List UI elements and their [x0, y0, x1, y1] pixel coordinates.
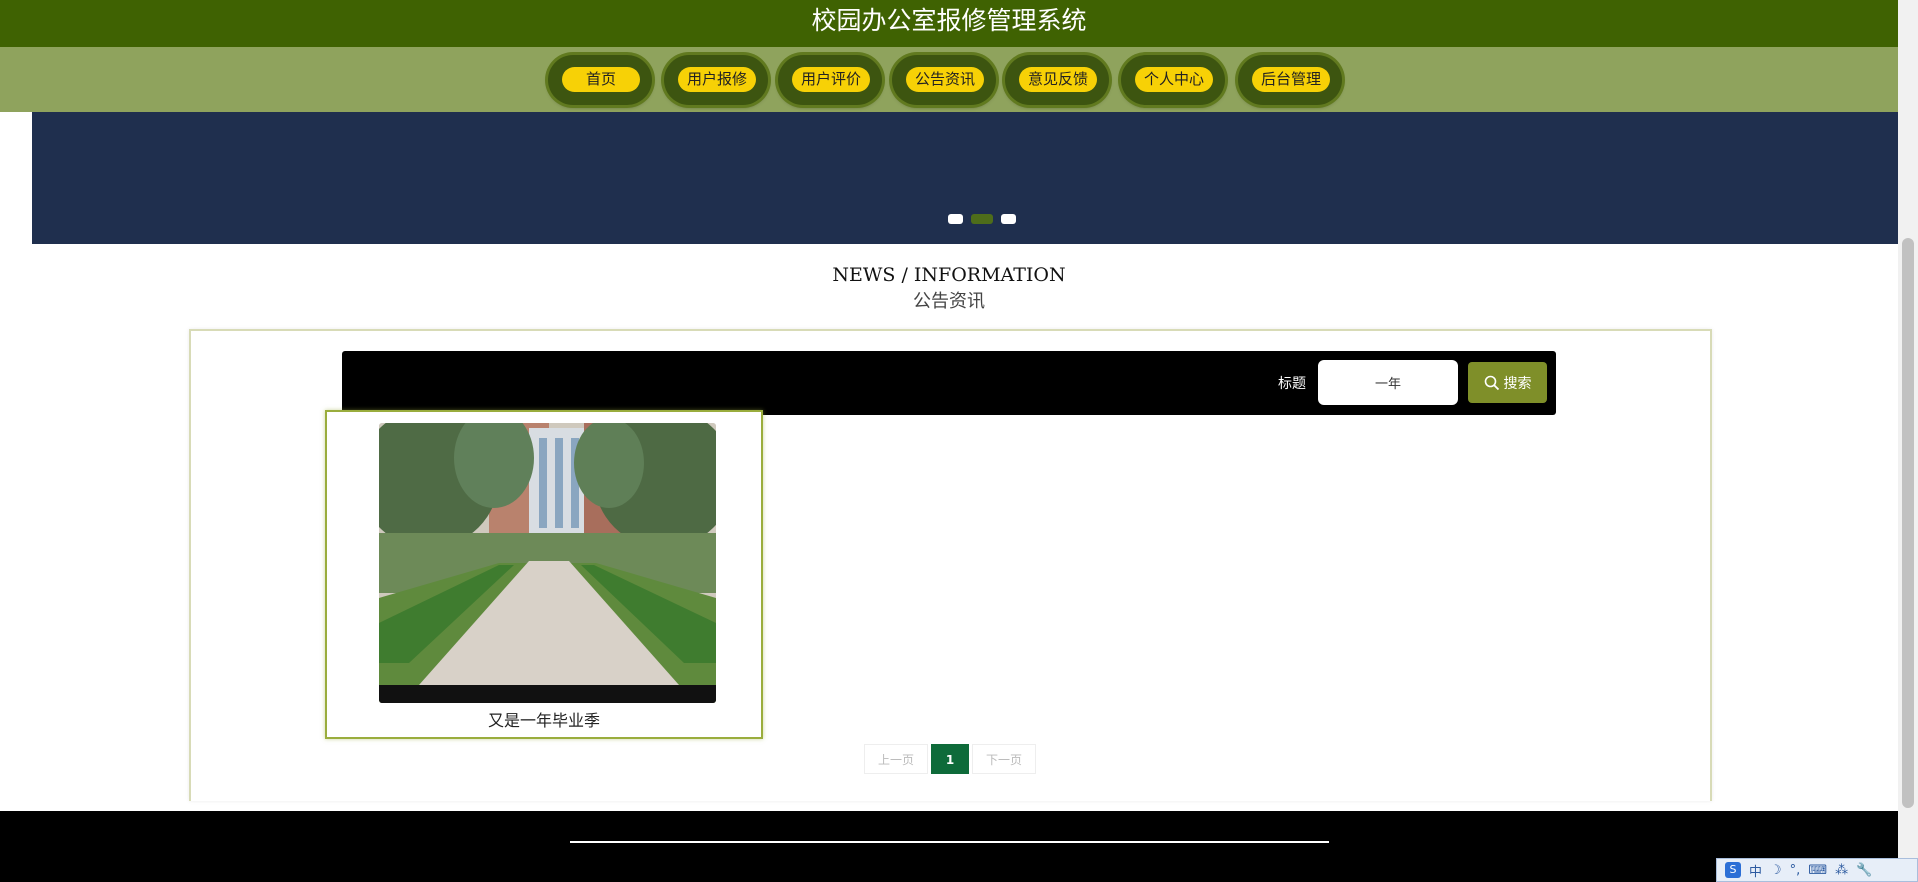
- search-bar: 标题 搜索: [342, 351, 1556, 415]
- news-card-title[interactable]: 又是一年毕业季: [327, 707, 761, 731]
- ime-punctuation-icon[interactable]: °,: [1790, 863, 1801, 878]
- ime-keyboard-icon[interactable]: ⌨: [1808, 863, 1827, 878]
- carousel-dot-2[interactable]: [971, 214, 993, 224]
- page-1-button[interactable]: 1: [931, 744, 969, 774]
- nav-item-review[interactable]: 用户评价: [778, 55, 882, 105]
- ime-skin-icon[interactable]: ⁂: [1835, 863, 1848, 878]
- nav-item-profile[interactable]: 个人中心: [1121, 55, 1225, 105]
- ime-moon-icon[interactable]: ☽: [1770, 863, 1782, 878]
- ime-mode[interactable]: 中: [1749, 861, 1762, 880]
- news-card[interactable]: 又是一年毕业季: [325, 410, 763, 739]
- site-header: 校园办公室报修管理系统: [0, 0, 1898, 47]
- ime-toolbar[interactable]: S 中 ☽ °, ⌨ ⁂ 🔧: [1716, 858, 1918, 882]
- main-nav: 首页 用户报修 用户评价 公告资讯 意见反馈 个人中心 后台管理: [0, 47, 1898, 112]
- footer-divider: [570, 841, 1329, 843]
- carousel-dot-3[interactable]: [1001, 214, 1016, 224]
- search-icon: [1484, 375, 1499, 390]
- nav-item-home[interactable]: 首页: [548, 55, 652, 105]
- nav-item-label: 用户报修: [678, 67, 756, 92]
- nav-item-repair[interactable]: 用户报修: [664, 55, 768, 105]
- next-page-button[interactable]: 下一页: [972, 744, 1036, 774]
- search-label: 标题: [1278, 376, 1306, 392]
- campus-photo: [379, 423, 716, 703]
- nav-item-label: 后台管理: [1252, 67, 1330, 92]
- ime-settings-icon[interactable]: 🔧: [1856, 863, 1872, 878]
- nav-item-admin[interactable]: 后台管理: [1238, 55, 1342, 105]
- search-button[interactable]: 搜索: [1468, 362, 1547, 403]
- site-title: 校园办公室报修管理系统: [811, 6, 1087, 35]
- nav-item-news[interactable]: 公告资讯: [892, 55, 996, 105]
- nav-item-label: 首页: [562, 67, 640, 92]
- page-scrollbar[interactable]: [1898, 0, 1918, 882]
- section-title-en: NEWS / INFORMATION: [832, 264, 1066, 286]
- scrollbar-thumb[interactable]: [1902, 238, 1914, 808]
- ime-logo-icon[interactable]: S: [1725, 862, 1741, 878]
- prev-page-button[interactable]: 上一页: [864, 744, 928, 774]
- nav-item-label: 公告资讯: [906, 67, 984, 92]
- section-title-cn: 公告资讯: [913, 291, 985, 312]
- nav-item-label: 意见反馈: [1019, 67, 1097, 92]
- banner-carousel: [32, 112, 1898, 244]
- nav-item-feedback[interactable]: 意见反馈: [1005, 55, 1109, 105]
- site-footer: [0, 811, 1898, 882]
- carousel-dot-1[interactable]: [948, 214, 963, 224]
- news-card-image[interactable]: [379, 423, 716, 703]
- nav-item-label: 个人中心: [1135, 67, 1213, 92]
- search-button-label: 搜索: [1503, 375, 1532, 392]
- carousel-dots: [917, 214, 1017, 226]
- search-input[interactable]: [1318, 360, 1458, 405]
- nav-item-label: 用户评价: [792, 67, 870, 92]
